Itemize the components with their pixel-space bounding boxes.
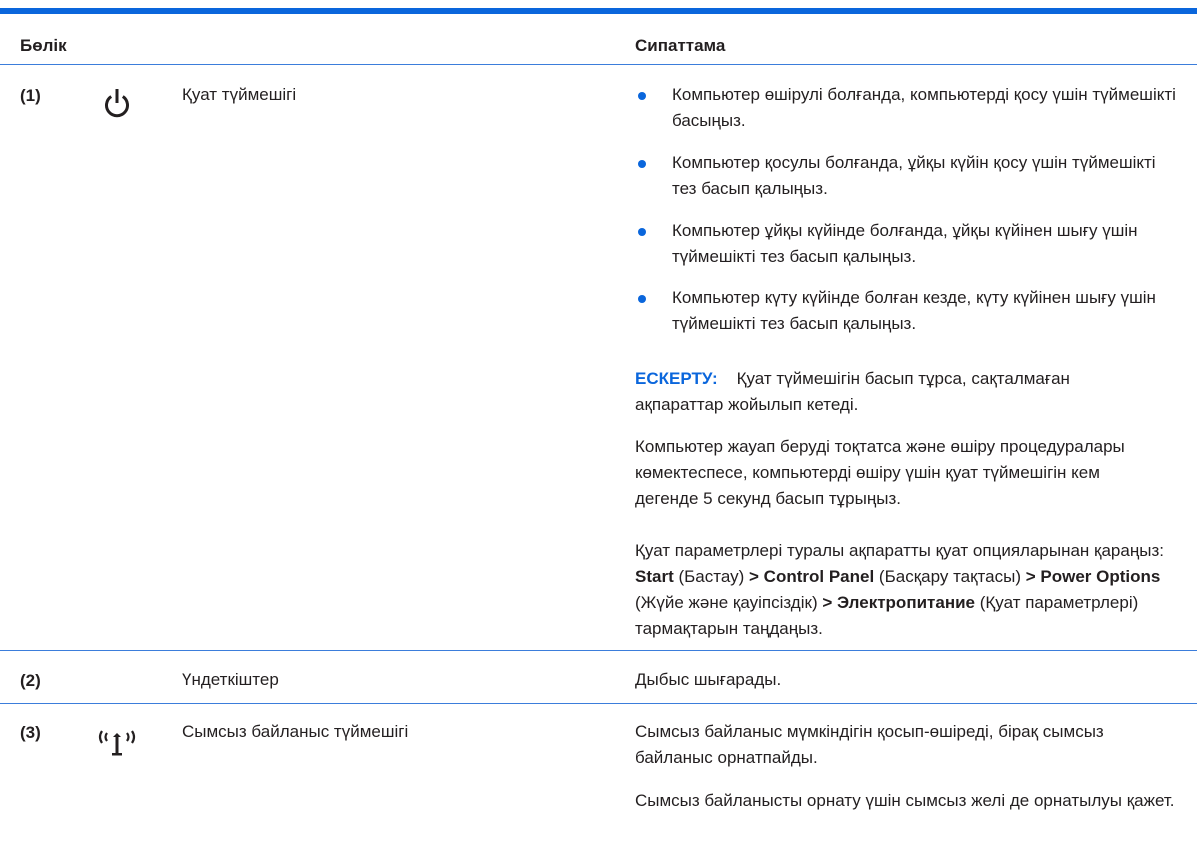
path-power-note: (Жүйе және қауіпсіздік) bbox=[635, 593, 818, 612]
part-name: Қуат түймешігі bbox=[182, 85, 297, 104]
bullet-text: Компьютер өшірулі болғанда, компьютерді … bbox=[672, 85, 1176, 130]
bullet-icon bbox=[638, 228, 646, 236]
path-start-note: (Бастау) bbox=[678, 567, 745, 586]
column-header-description: Сипаттама bbox=[635, 36, 726, 55]
header-divider bbox=[0, 64, 1197, 65]
path-electropitanie: Электропитание bbox=[837, 593, 975, 612]
path-intro: Қуат параметрлері туралы ақпаратты қуат … bbox=[635, 541, 1164, 560]
path-separator: > bbox=[822, 593, 833, 612]
column-header-part: Бөлік bbox=[20, 36, 67, 55]
note: ЕСКЕРТУ: Қуат түймешігін басып тұрса, са… bbox=[635, 366, 1105, 418]
bullet-text: Компьютер қосулы болғанда, ұйқы күйін қо… bbox=[672, 153, 1156, 198]
path-start: Start bbox=[635, 567, 674, 586]
path-separator: > bbox=[1025, 567, 1036, 586]
bullet-text: Компьютер күту күйінде болған кезде, күт… bbox=[672, 288, 1156, 333]
description-text: Сымсыз байланыс мүмкіндігін қосып-өшіред… bbox=[635, 722, 1104, 767]
description-text: Дыбыс шығарады. bbox=[635, 670, 782, 689]
bullet-icon bbox=[638, 295, 646, 303]
bullet-icon bbox=[638, 160, 646, 168]
path-separator: > bbox=[749, 567, 759, 586]
description-paragraph: Компьютер жауап беруді тоқтатса және өші… bbox=[635, 437, 1125, 508]
bullet-icon bbox=[638, 92, 646, 100]
row-number: (3) bbox=[20, 723, 41, 742]
navigation-path: Қуат параметрлері туралы ақпаратты қуат … bbox=[635, 538, 1180, 642]
power-icon bbox=[103, 87, 131, 119]
wireless-icon bbox=[96, 727, 138, 757]
header-top-rule bbox=[0, 8, 1197, 14]
part-name: Үндеткіштер bbox=[182, 670, 279, 689]
description-text-2: Сымсыз байланысты орнату үшін сымсыз жел… bbox=[635, 791, 1175, 810]
row-number: (2) bbox=[20, 671, 41, 690]
row-divider bbox=[0, 650, 1197, 651]
row-number: (1) bbox=[20, 86, 41, 105]
part-name: Сымсыз байланыс түймешігі bbox=[182, 722, 409, 741]
note-label: ЕСКЕРТУ: bbox=[635, 369, 718, 388]
path-power-options: Power Options bbox=[1040, 567, 1161, 586]
row-divider bbox=[0, 703, 1197, 704]
path-control-panel: Control Panel bbox=[763, 567, 875, 586]
path-control-note: (Басқару тақтасы) bbox=[878, 567, 1021, 586]
bullet-text: Компьютер ұйқы күйінде болғанда, ұйқы кү… bbox=[672, 221, 1138, 266]
